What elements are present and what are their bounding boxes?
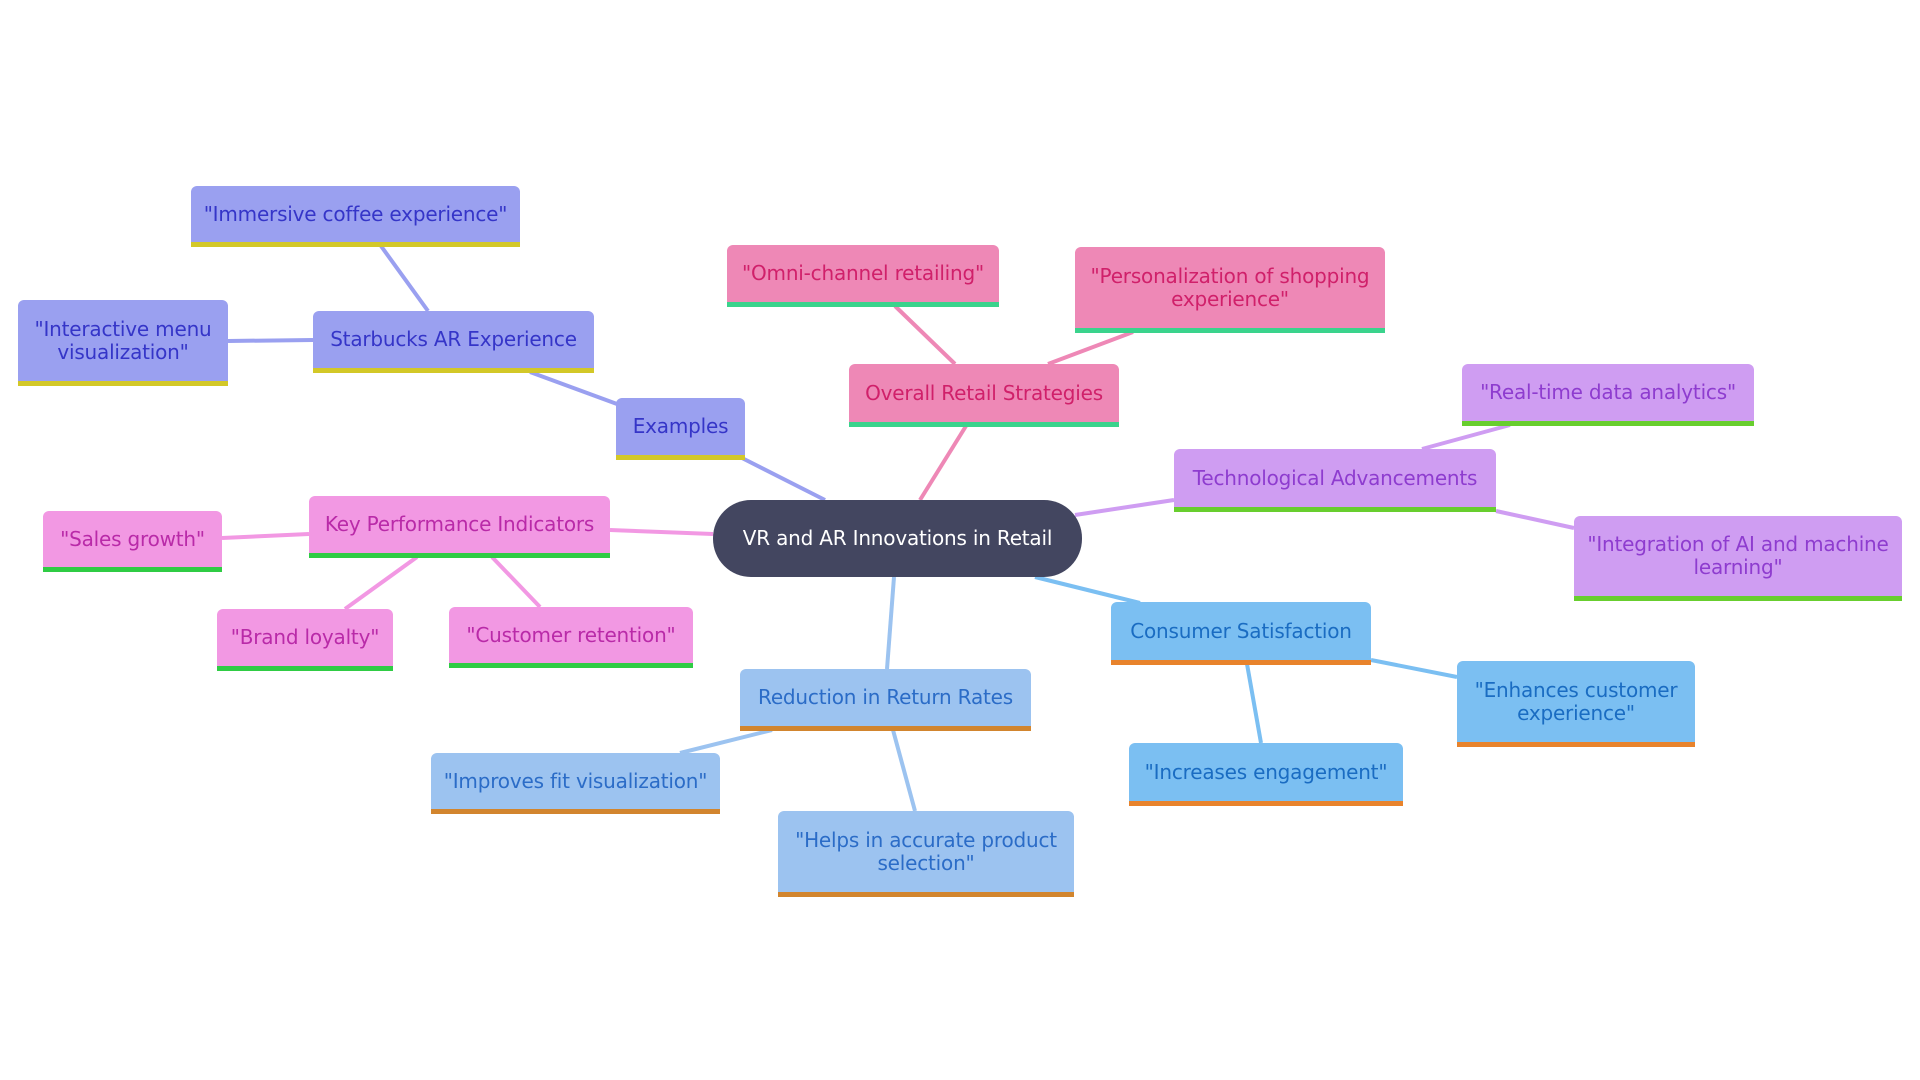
- edge-consumer-engagement: [1245, 663, 1263, 744]
- node-starbucks-ar-experience[interactable]: Starbucks AR Experience: [313, 311, 594, 373]
- edge-strategies-personalization: [1047, 330, 1134, 366]
- node-label: "Helps in accurate product selection": [795, 827, 1057, 875]
- edge-kpi-retention: [490, 555, 542, 609]
- node-label: Examples: [632, 414, 729, 438]
- node-label: "Customer retention": [466, 622, 676, 647]
- node-label: Overall Retail Strategies: [865, 380, 1103, 405]
- node-key-performance-indicators[interactable]: Key Performance Indicators: [309, 496, 610, 558]
- edge-returns-accurate: [891, 729, 917, 812]
- edge-kpi-sales: [221, 532, 310, 540]
- node-enhances-customer-experience[interactable]: "Enhances customer experience": [1457, 661, 1695, 747]
- node-customer-retention[interactable]: "Customer retention": [449, 607, 693, 668]
- node-label: Starbucks AR Experience: [330, 327, 577, 351]
- edge-examples-starbucks: [529, 370, 618, 406]
- node-overall-retail-strategies[interactable]: Overall Retail Strategies: [849, 364, 1119, 427]
- edge-starbucks-interactive: [227, 338, 314, 343]
- node-personalization-of-shopping[interactable]: "Personalization of shopping experience": [1075, 247, 1385, 333]
- node-consumer-satisfaction[interactable]: Consumer Satisfaction: [1111, 602, 1371, 665]
- node-label: Key Performance Indicators: [324, 512, 595, 536]
- node-examples[interactable]: Examples: [616, 398, 745, 460]
- edge-root-strategies: [918, 424, 968, 502]
- node-improves-fit-visualization[interactable]: "Improves fit visualization": [431, 753, 720, 814]
- edge-consumer-enhances: [1370, 658, 1458, 679]
- node-increases-engagement[interactable]: "Increases engagement": [1129, 743, 1403, 806]
- edge-strategies-omni: [893, 304, 957, 366]
- node-label: Consumer Satisfaction: [1130, 618, 1352, 643]
- node-brand-loyalty[interactable]: "Brand loyalty": [217, 609, 393, 671]
- edge-technology-realtime: [1421, 423, 1511, 451]
- node-label: "Increases engagement": [1144, 759, 1388, 784]
- node-label: "Real-time data analytics": [1480, 380, 1736, 404]
- node-sales-growth[interactable]: "Sales growth": [43, 511, 222, 572]
- node-label: "Brand loyalty": [230, 625, 380, 649]
- node-accurate-product-selection[interactable]: "Helps in accurate product selection": [778, 811, 1074, 897]
- node-label: "Immersive coffee experience": [203, 201, 508, 226]
- node-label: "Enhances customer experience": [1474, 677, 1678, 725]
- node-interactive-menu-visualization[interactable]: "Interactive menu visualization": [18, 300, 228, 386]
- node-real-time-data-analytics[interactable]: "Real-time data analytics": [1462, 364, 1754, 426]
- edge-technology-ai: [1495, 509, 1575, 530]
- node-label: "Interactive menu visualization": [34, 316, 212, 364]
- node-label: "Personalization of shopping experience": [1090, 263, 1370, 311]
- node-label: "Improves fit visualization": [443, 768, 708, 793]
- node-label: "Sales growth": [60, 526, 205, 551]
- edge-starbucks-immersive: [379, 244, 430, 313]
- edge-kpi-loyalty: [343, 555, 419, 611]
- edge-returns-fit: [679, 728, 773, 755]
- node-label: "Omni-channel retailing": [742, 261, 984, 285]
- edge-root-consumer: [1034, 575, 1141, 605]
- node-immersive-coffee-experience[interactable]: "Immersive coffee experience": [191, 186, 520, 247]
- node-label: Reduction in Return Rates: [758, 685, 1013, 709]
- node-reduction-in-return-rates[interactable]: Reduction in Return Rates: [740, 669, 1031, 731]
- node-label: "Integration of AI and machine learning": [1587, 532, 1889, 579]
- node-omni-channel-retailing[interactable]: "Omni-channel retailing": [727, 245, 999, 307]
- edge-root-technology: [1074, 498, 1175, 517]
- root-node[interactable]: VR and AR Innovations in Retail: [713, 500, 1082, 577]
- node-label: Technological Advancements: [1192, 465, 1478, 490]
- edge-root-kpi: [609, 528, 714, 536]
- edge-root-returns: [885, 576, 896, 670]
- root-label: VR and AR Innovations in Retail: [742, 526, 1053, 550]
- node-integration-of-ai[interactable]: "Integration of AI and machine learning": [1574, 516, 1902, 601]
- edge-root-examples: [741, 456, 826, 502]
- node-technological-advancements[interactable]: Technological Advancements: [1174, 449, 1496, 512]
